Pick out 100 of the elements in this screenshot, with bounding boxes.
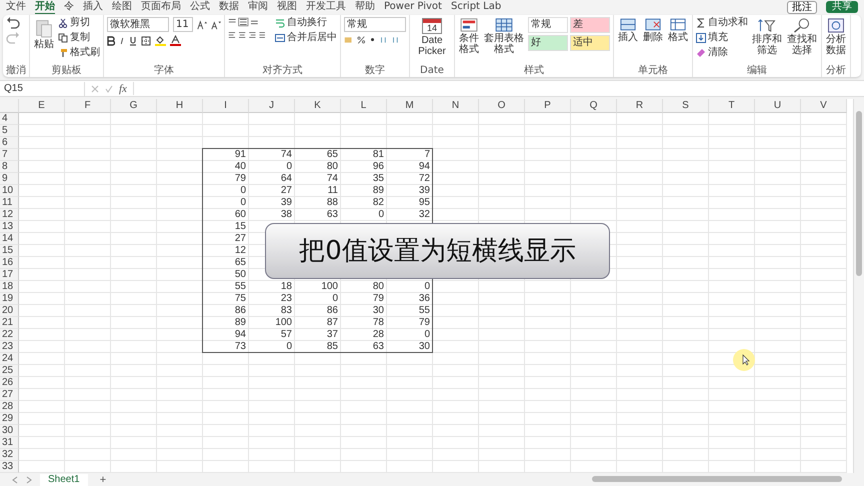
- row-header[interactable]: 29: [0, 413, 19, 425]
- row-header[interactable]: 30: [0, 425, 19, 437]
- format-as-table-button[interactable]: 套用表格格式: [483, 17, 525, 56]
- wrap-text-button[interactable]: 自动换行: [275, 17, 337, 29]
- font-color-icon[interactable]: [170, 35, 181, 46]
- date-picker-button[interactable]: 14 Date Picker: [413, 17, 451, 58]
- find-select-button[interactable]: 查找和选择: [786, 17, 818, 57]
- ribbon-tab[interactable]: 绘图: [112, 1, 132, 13]
- column-header[interactable]: L: [341, 99, 387, 113]
- row-header[interactable]: 22: [0, 329, 19, 341]
- ribbon-tab[interactable]: Script Lab: [450, 1, 502, 13]
- autosum-button[interactable]: 自动求和: [696, 17, 748, 29]
- borders-icon[interactable]: [141, 36, 151, 46]
- column-header[interactable]: P: [525, 99, 571, 113]
- row-header[interactable]: 28: [0, 401, 19, 413]
- ribbon-tab[interactable]: 开始: [35, 0, 55, 14]
- cell-style-swatch[interactable]: 常规: [528, 17, 568, 33]
- next-sheet-icon[interactable]: [26, 476, 32, 484]
- ribbon-tab[interactable]: 开发工具: [306, 1, 346, 13]
- shrink-font-icon[interactable]: [211, 20, 221, 30]
- row-header[interactable]: 33: [0, 461, 19, 473]
- format-button[interactable]: 格式: [667, 17, 689, 44]
- row-header[interactable]: 4: [0, 113, 19, 125]
- conditional-format-button[interactable]: 条件格式: [458, 17, 480, 56]
- number-format-field[interactable]: 常规: [344, 17, 406, 32]
- analyze-data-button[interactable]: 分析数据: [825, 17, 847, 57]
- merge-center-button[interactable]: 合并后居中: [275, 32, 337, 44]
- row-header[interactable]: 13: [0, 221, 19, 233]
- previous-sheet-icon[interactable]: [12, 476, 18, 484]
- column-header[interactable]: R: [617, 99, 663, 113]
- fill-button[interactable]: 填充: [696, 32, 748, 44]
- ribbon-tab[interactable]: 帮助: [355, 1, 375, 13]
- cell-style-swatch[interactable]: 好: [528, 35, 568, 51]
- delete-button[interactable]: 删除: [642, 17, 664, 44]
- column-header[interactable]: U: [755, 99, 801, 113]
- row-header[interactable]: 16: [0, 257, 19, 269]
- row-header[interactable]: 8: [0, 161, 19, 173]
- clear-button[interactable]: 清除: [696, 47, 748, 59]
- font-size-field[interactable]: 11: [173, 17, 193, 32]
- column-header[interactable]: G: [111, 99, 157, 113]
- row-header[interactable]: 32: [0, 449, 19, 461]
- format-painter-button[interactable]: 格式刷: [58, 47, 100, 59]
- column-header[interactable]: E: [19, 99, 65, 113]
- share-button[interactable]: 共享: [826, 1, 858, 13]
- row-header[interactable]: 20: [0, 305, 19, 317]
- scrollbar-thumb[interactable]: [856, 111, 862, 276]
- grow-font-icon[interactable]: [197, 20, 207, 30]
- row-header[interactable]: 21: [0, 317, 19, 329]
- row-header[interactable]: 31: [0, 437, 19, 449]
- copy-button[interactable]: 复制: [58, 32, 100, 44]
- row-header[interactable]: 25: [0, 365, 19, 377]
- ribbon-tab[interactable]: 页面布局: [141, 1, 181, 13]
- column-header[interactable]: H: [157, 99, 203, 113]
- bold-icon[interactable]: [107, 36, 115, 46]
- row-header[interactable]: 14: [0, 233, 19, 245]
- column-header[interactable]: K: [295, 99, 341, 113]
- paste-button[interactable]: 粘贴: [33, 17, 55, 51]
- ribbon-tab[interactable]: Power Pivot: [384, 1, 442, 13]
- column-header[interactable]: O: [479, 99, 525, 113]
- sheet-tab[interactable]: Sheet1: [40, 474, 88, 486]
- row-header[interactable]: 19: [0, 293, 19, 305]
- ribbon-tab[interactable]: 插入: [83, 1, 103, 13]
- cell-style-swatch[interactable]: 差: [570, 17, 610, 33]
- ribbon-tab[interactable]: 审阅: [248, 1, 268, 13]
- underline-icon[interactable]: [129, 36, 137, 46]
- ribbon-tab[interactable]: 公式: [190, 1, 210, 13]
- row-header[interactable]: 6: [0, 137, 19, 149]
- row-header[interactable]: 5: [0, 125, 19, 137]
- column-header[interactable]: S: [663, 99, 709, 113]
- ribbon-tab[interactable]: 数据: [219, 1, 239, 13]
- insert-button[interactable]: 插入: [617, 17, 639, 44]
- ribbon-tab[interactable]: 视图: [277, 1, 297, 13]
- column-header[interactable]: Q: [571, 99, 617, 113]
- column-header[interactable]: T: [709, 99, 755, 113]
- row-header[interactable]: 12: [0, 209, 19, 221]
- ribbon-tab[interactable]: 文件: [6, 1, 26, 13]
- add-sheet-button[interactable]: +: [96, 474, 110, 486]
- row-header[interactable]: 27: [0, 389, 19, 401]
- cell-style-swatch[interactable]: 适中: [570, 35, 610, 51]
- insert-function-button[interactable]: fx: [119, 82, 127, 94]
- row-header[interactable]: 24: [0, 353, 19, 365]
- italic-icon[interactable]: [119, 36, 125, 46]
- sort-filter-button[interactable]: 排序和筛选: [751, 17, 783, 57]
- name-box[interactable]: Q15: [0, 82, 85, 96]
- row-header[interactable]: 7: [0, 149, 19, 161]
- ribbon-tab[interactable]: 令: [64, 1, 74, 13]
- row-header[interactable]: 23: [0, 341, 19, 353]
- row-header[interactable]: 17: [0, 269, 19, 281]
- column-header[interactable]: M: [387, 99, 433, 113]
- row-header[interactable]: 18: [0, 281, 19, 293]
- undo-icon[interactable]: [6, 17, 20, 29]
- scrollbar-thumb[interactable]: [592, 476, 842, 482]
- column-header[interactable]: F: [65, 99, 111, 113]
- column-header[interactable]: N: [433, 99, 479, 113]
- row-header[interactable]: 11: [0, 197, 19, 209]
- column-header[interactable]: I: [203, 99, 249, 113]
- row-header[interactable]: 9: [0, 173, 19, 185]
- column-header[interactable]: V: [801, 99, 847, 113]
- fill-color-icon[interactable]: [155, 35, 166, 46]
- cut-button[interactable]: 剪切: [58, 17, 100, 29]
